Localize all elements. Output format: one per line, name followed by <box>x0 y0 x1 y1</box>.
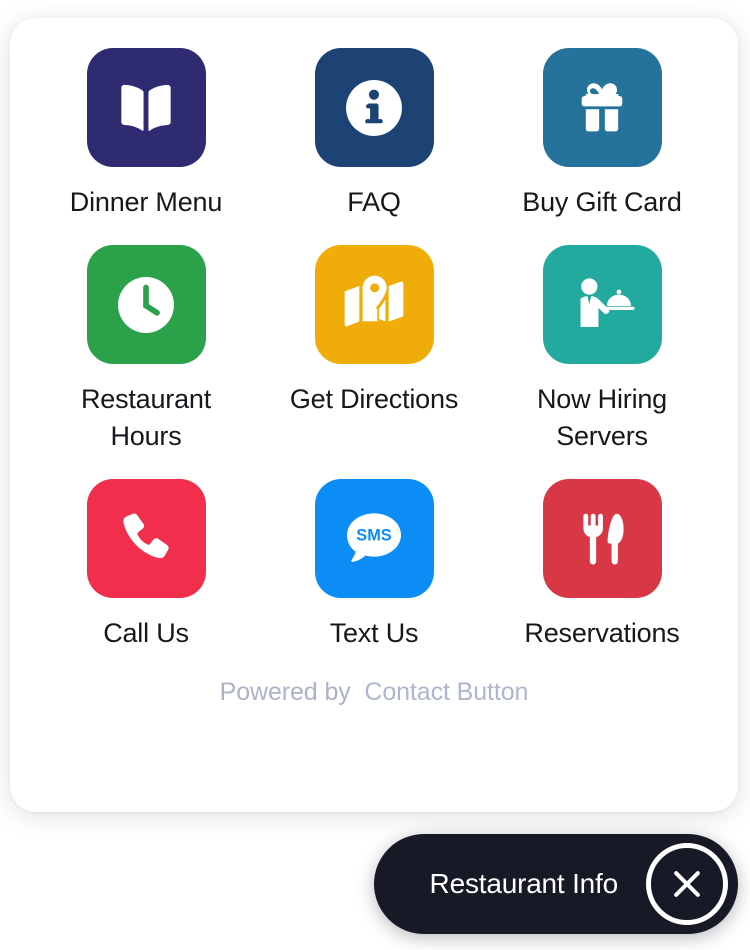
map-pin-icon <box>344 275 404 326</box>
clock-icon-tile[interactable] <box>86 245 206 364</box>
powered-by-footer[interactable]: Powered by Contact Button <box>32 676 716 708</box>
close-button[interactable] <box>646 843 728 925</box>
quick-actions-card: Dinner Menu FAQ Buy Gift Card Restaurant… <box>10 18 738 812</box>
waiter-tray-icon <box>580 277 635 327</box>
powered-by-text: Powered by <box>219 678 351 706</box>
action-tile-get-directions[interactable]: Get Directions <box>260 245 488 418</box>
action-label: Call Us <box>103 618 189 648</box>
action-label: Now Hiring Servers <box>536 384 668 451</box>
launcher-pill[interactable]: Restaurant Info <box>374 834 738 934</box>
launcher-label: Restaurant Info <box>429 868 619 899</box>
action-label: Buy Gift Card <box>522 187 682 217</box>
action-label: Dinner Menu <box>69 187 223 217</box>
sms-bubble-icon: SMS <box>347 512 401 562</box>
action-tile-now-hiring-servers[interactable]: Now Hiring Servers <box>488 245 716 455</box>
action-tile-dinner-menu[interactable]: Dinner Menu <box>32 48 260 221</box>
action-row-2: Restaurant Hours Get Directions Now Hiri… <box>32 245 716 455</box>
action-tile-restaurant-hours[interactable]: Restaurant Hours <box>32 245 260 455</box>
book-open-icon-tile[interactable] <box>86 48 206 167</box>
action-tile-faq[interactable]: FAQ <box>260 48 488 221</box>
info-circle-icon-tile[interactable] <box>314 48 434 167</box>
svg-text:SMS: SMS <box>356 526 391 544</box>
sms-bubble-icon-tile[interactable]: SMS <box>314 479 434 598</box>
action-row-3: Call Us SMS Text Us Reservations <box>32 479 716 652</box>
action-row-1: Dinner Menu FAQ Buy Gift Card <box>32 48 716 221</box>
gift-icon-tile[interactable] <box>542 48 662 167</box>
phone-icon <box>123 513 169 558</box>
action-label: Restaurant Hours <box>80 384 212 451</box>
gift-icon <box>581 82 623 131</box>
brand-name: Contact Button <box>364 678 529 706</box>
action-tile-reservations[interactable]: Reservations <box>488 479 716 652</box>
action-label: Reservations <box>524 618 680 648</box>
close-x-icon <box>674 871 700 897</box>
contact-button-widget: Dinner Menu FAQ Buy Gift Card Restaurant… <box>0 0 750 950</box>
fork-knife-icon <box>583 513 624 564</box>
info-circle-icon <box>346 79 402 136</box>
action-label: Text Us <box>329 618 419 648</box>
book-open-icon <box>121 84 171 131</box>
clock-icon <box>118 276 174 333</box>
fork-knife-icon-tile[interactable] <box>542 479 662 598</box>
action-label: Get Directions <box>289 384 459 414</box>
waiter-tray-icon-tile[interactable] <box>542 245 662 364</box>
action-label: FAQ <box>347 187 401 217</box>
action-tile-call-us[interactable]: Call Us <box>32 479 260 652</box>
map-pin-icon-tile[interactable] <box>314 245 434 364</box>
action-tile-text-us[interactable]: SMS Text Us <box>260 479 488 652</box>
action-tile-buy-gift-card[interactable]: Buy Gift Card <box>488 48 716 221</box>
phone-icon-tile[interactable] <box>86 479 206 598</box>
